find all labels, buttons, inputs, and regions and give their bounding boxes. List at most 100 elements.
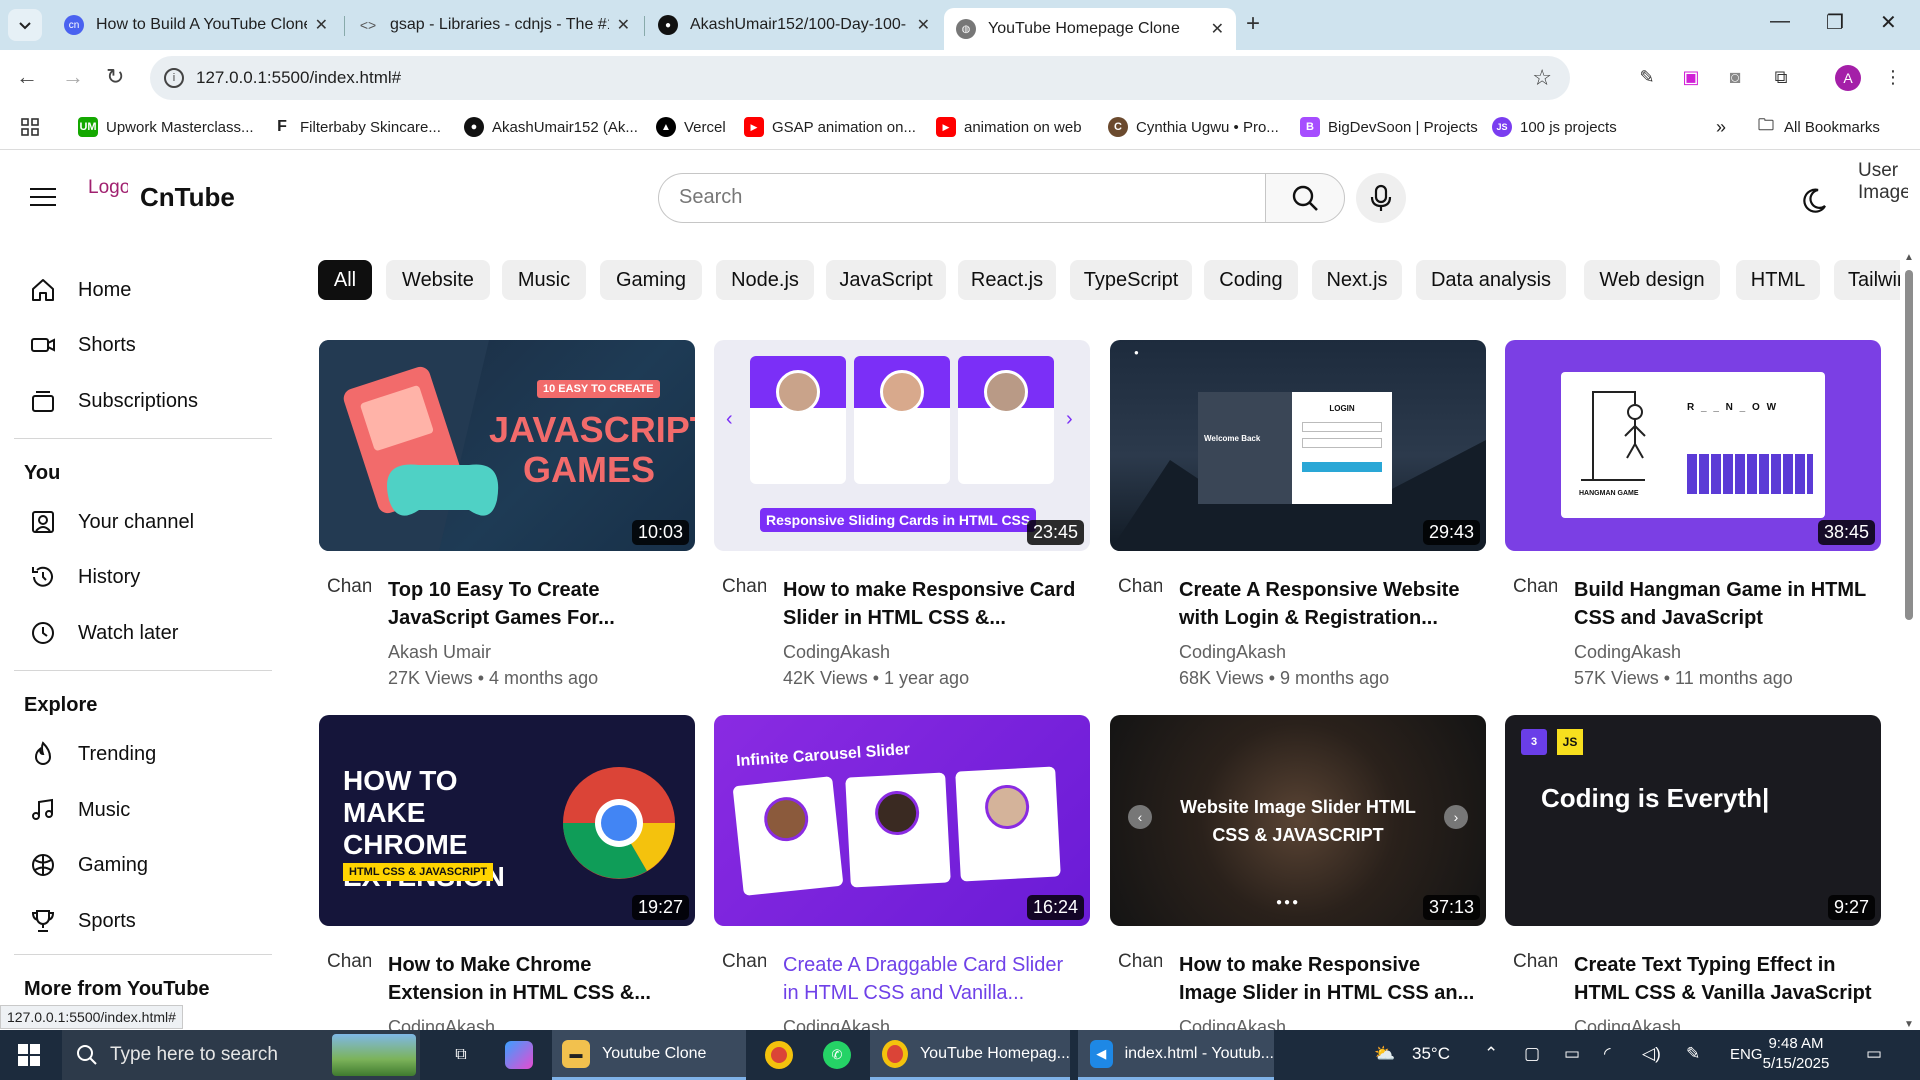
taskbar-app-explorer[interactable]: ▬ Youtube Clone	[552, 1030, 746, 1080]
chip-javascript[interactable]: JavaScript	[826, 260, 946, 300]
chrome-icon[interactable]	[754, 1030, 804, 1080]
video-title[interactable]: Top 10 Easy To Create JavaScript Games F…	[388, 576, 688, 632]
chip-tailwind[interactable]: Tailwind	[1834, 260, 1900, 300]
channel-avatar[interactable]: Channel	[327, 951, 371, 1001]
sidebar-item-music[interactable]: Music	[28, 790, 130, 830]
channel-name[interactable]: CodingAkash	[783, 642, 890, 663]
channel-avatar[interactable]: Channel	[1513, 576, 1557, 626]
battery-icon[interactable]: ▭	[1564, 1044, 1580, 1064]
channel-avatar[interactable]: Channel	[1118, 576, 1162, 626]
close-icon[interactable]: ✕	[917, 15, 930, 35]
video-card[interactable]: Website Image Slider HTML CSS & JAVASCRI…	[1110, 715, 1486, 1030]
channel-avatar[interactable]: Channel	[1513, 951, 1557, 1001]
temperature[interactable]: 35°C	[1412, 1044, 1450, 1064]
clock[interactable]: 9:48 AM 5/15/2025	[1756, 1034, 1836, 1074]
chip-coding[interactable]: Coding	[1204, 260, 1298, 300]
bookmark-item[interactable]: ▶ animation on web	[936, 117, 1082, 137]
video-card[interactable]: ‹ › Responsive Sliding Cards in HTML CSS…	[714, 340, 1090, 688]
video-thumbnail[interactable]: Website Image Slider HTML CSS & JAVASCRI…	[1110, 715, 1486, 926]
video-card[interactable]: 3 JS Coding is Everyth| 9:27 Channel Cre…	[1505, 715, 1881, 1030]
channel-name[interactable]: CodingAkash	[1574, 642, 1681, 663]
browser-tab[interactable]: ● AkashUmair152/100-Day-100- ✕	[646, 8, 942, 42]
sidebar-item-watch-later[interactable]: Watch later	[28, 613, 178, 653]
video-card[interactable]: HANGMAN GAME R _ _ N _ O W 38:45 Channel…	[1505, 340, 1881, 688]
restore-icon[interactable]: ❐	[1826, 10, 1844, 35]
chip-all[interactable]: All	[318, 260, 372, 300]
channel-name[interactable]: Akash Umair	[388, 642, 491, 663]
video-title[interactable]: Create A Responsive Website with Login &…	[1179, 576, 1479, 632]
channel-name[interactable]: CodingAkash	[1574, 1017, 1681, 1030]
close-icon[interactable]: ✕	[315, 15, 328, 35]
task-view-icon[interactable]: ⧉	[436, 1030, 486, 1080]
apps-grid-icon[interactable]	[20, 117, 40, 137]
sidebar-item-your-channel[interactable]: Your channel	[28, 502, 194, 542]
video-thumbnail[interactable]: 3 JS Coding is Everyth| 9:27	[1505, 715, 1881, 926]
bookmark-item[interactable]: C Cynthia Ugwu • Pro...	[1108, 117, 1279, 137]
close-window-icon[interactable]: ✕	[1880, 10, 1897, 35]
channel-name[interactable]: CodingAkash	[783, 1017, 890, 1030]
menu-dots-icon[interactable]: ⋮	[1880, 64, 1906, 90]
channel-name[interactable]: CodingAkash	[1179, 1017, 1286, 1030]
chip-website[interactable]: Website	[386, 260, 490, 300]
tab-search-button[interactable]	[8, 9, 42, 41]
chip-web-design[interactable]: Web design	[1584, 260, 1720, 300]
video-thumbnail[interactable]: HANGMAN GAME R _ _ N _ O W 38:45	[1505, 340, 1881, 551]
sidebar-item-history[interactable]: History	[28, 557, 140, 597]
sidebar-item-gaming[interactable]: Gaming	[28, 845, 148, 885]
forward-icon[interactable]: →	[62, 64, 84, 90]
scrollbar-thumb[interactable]	[1905, 270, 1913, 620]
whatsapp-icon[interactable]: ✆	[812, 1030, 862, 1080]
video-card[interactable]: 10 EASY TO CREATE JAVASCRIPT GAMES 10:03…	[319, 340, 695, 688]
video-title-hovered[interactable]: Create A Draggable Card Slider in HTML C…	[783, 951, 1083, 1007]
sidebar-item-subscriptions[interactable]: Subscriptions	[28, 381, 198, 421]
theme-toggle-button[interactable]	[1798, 185, 1830, 217]
video-thumbnail[interactable]: ‹ › Responsive Sliding Cards in HTML CSS…	[714, 340, 1090, 551]
bookmark-item[interactable]: UM Upwork Masterclass...	[78, 117, 254, 137]
volume-icon[interactable]: ◁)	[1642, 1044, 1661, 1064]
page-scrollbar[interactable]: ▲ ▼	[1902, 252, 1916, 1030]
channel-name[interactable]: CodingAkash	[388, 1017, 495, 1030]
scroll-up-icon[interactable]: ▲	[1904, 252, 1914, 263]
bookmark-item[interactable]: ● AkashUmair152 (Ak...	[464, 117, 638, 137]
hamburger-menu-icon[interactable]	[30, 188, 56, 206]
browser-tab[interactable]: cn How to Build A YouTube Clone ✕	[52, 8, 340, 42]
copilot-icon[interactable]	[494, 1030, 544, 1080]
chip-reactjs[interactable]: React.js	[958, 260, 1056, 300]
new-tab-button[interactable]: +	[1246, 10, 1260, 38]
bookmark-star-icon[interactable]: ☆	[1532, 65, 1552, 91]
bookmark-item[interactable]: ▲ Vercel	[656, 117, 726, 137]
profile-avatar[interactable]: A	[1835, 65, 1861, 91]
camera-icon[interactable]: ◙	[1722, 64, 1748, 90]
bookmark-item[interactable]: ▶ GSAP animation on...	[744, 117, 916, 137]
browser-tab[interactable]: <> gsap - Libraries - cdnjs - The #1 ✕	[346, 8, 642, 42]
search-button[interactable]	[1265, 173, 1345, 223]
puzzle-icon[interactable]: ⧉	[1768, 64, 1794, 90]
voice-search-button[interactable]	[1356, 173, 1406, 223]
sidebar-item-home[interactable]: Home	[28, 270, 131, 310]
video-card[interactable]: Welcome Back LOGIN ● 29:43 Channel Creat…	[1110, 340, 1486, 688]
channel-avatar[interactable]: Channel	[722, 576, 766, 626]
chip-gaming[interactable]: Gaming	[600, 260, 702, 300]
channel-avatar[interactable]: Channel	[327, 576, 371, 626]
more-bookmarks-icon[interactable]: »	[1716, 117, 1726, 138]
channel-name[interactable]: CodingAkash	[1179, 642, 1286, 663]
close-icon[interactable]: ✕	[1211, 19, 1224, 39]
sidebar-item-trending[interactable]: Trending	[28, 734, 156, 774]
pen-icon[interactable]: ✎	[1686, 1044, 1700, 1064]
logo-text[interactable]: CnTube	[140, 182, 235, 213]
back-icon[interactable]: ←	[16, 64, 38, 90]
reload-icon[interactable]: ↻	[106, 64, 124, 90]
chip-typescript[interactable]: TypeScript	[1070, 260, 1192, 300]
video-thumbnail[interactable]: Welcome Back LOGIN ● 29:43	[1110, 340, 1486, 551]
url-text[interactable]: 127.0.0.1:5500/index.html#	[196, 68, 401, 88]
omnibox[interactable]: i 127.0.0.1:5500/index.html# ☆	[150, 56, 1570, 100]
scroll-down-icon[interactable]: ▼	[1904, 1019, 1914, 1030]
minimize-icon[interactable]: —	[1770, 10, 1790, 33]
logo-image[interactable]: Logo	[88, 178, 128, 198]
sidebar-item-shorts[interactable]: Shorts	[28, 325, 136, 365]
video-title[interactable]: Create Text Typing Effect in HTML CSS & …	[1574, 951, 1874, 1007]
bookmark-item[interactable]: B BigDevSoon | Projects	[1300, 117, 1478, 137]
channel-avatar[interactable]: Channel	[1118, 951, 1162, 1001]
chip-html[interactable]: HTML	[1736, 260, 1820, 300]
user-avatar-image[interactable]: User Image	[1858, 160, 1908, 240]
